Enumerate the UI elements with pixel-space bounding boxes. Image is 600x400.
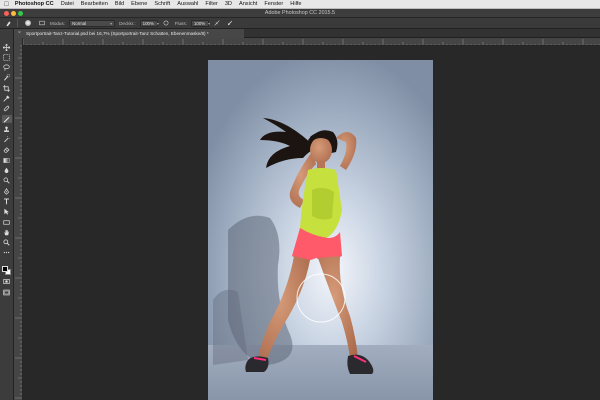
- history-brush-tool[interactable]: [2, 136, 12, 144]
- path-selection-tool[interactable]: [2, 208, 12, 216]
- options-bar: Modus: Normal ▾ Deckkr.: 100% ▾ Fluss: 1…: [0, 18, 600, 29]
- brush-tip-icon: [24, 20, 31, 26]
- quick-selection-icon: [4, 74, 10, 82]
- pressure-size-icon[interactable]: [226, 19, 235, 27]
- menu-datei[interactable]: Datei: [61, 1, 74, 7]
- document-canvas[interactable]: [208, 60, 433, 400]
- menu-auswahl[interactable]: Auswahl: [177, 1, 198, 7]
- hand-tool[interactable]: [2, 228, 12, 236]
- opacity-label: Deckkr.:: [119, 20, 136, 26]
- type-tool[interactable]: [2, 197, 12, 205]
- pen-tool[interactable]: [2, 187, 12, 195]
- dodge-tool[interactable]: [2, 177, 12, 185]
- chevron-down-icon: ▾: [110, 20, 113, 26]
- blur-tool[interactable]: [2, 167, 12, 175]
- menu-bild[interactable]: Bild: [115, 1, 124, 7]
- menu-3d[interactable]: 3D: [225, 1, 232, 7]
- menu-hilfe[interactable]: Hilfe: [290, 1, 301, 7]
- flow-value: 100%: [193, 20, 206, 26]
- flow-field[interactable]: 100% ▾: [190, 19, 211, 27]
- window-title-bar: Adobe Photoshop CC 2015.5: [0, 9, 600, 18]
- zoom-tool[interactable]: [2, 239, 12, 247]
- eraser-tool[interactable]: [2, 146, 12, 154]
- brush-icon: [3, 116, 10, 123]
- quick-selection-tool[interactable]: [2, 74, 12, 82]
- document-tab[interactable]: × Sportportrait-Tanz-Tutorial.psd bei 16…: [14, 29, 244, 38]
- mode-dropdown[interactable]: Normal ▾: [69, 19, 116, 27]
- tool-preset-icon[interactable]: [4, 19, 13, 27]
- screen-mode-tool[interactable]: [2, 288, 12, 296]
- head: [310, 137, 332, 163]
- opacity-value: 100%: [142, 20, 154, 26]
- canvas-workspace[interactable]: [23, 46, 600, 400]
- menu-filter[interactable]: Filter: [205, 1, 217, 7]
- close-tab-icon[interactable]: ×: [18, 29, 21, 38]
- screen-mode-icon: [3, 289, 10, 295]
- document-tab-title: Sportportrait-Tanz-Tutorial.psd bei 16,7…: [26, 31, 209, 36]
- menu-ansicht[interactable]: Ansicht: [239, 1, 257, 7]
- color-swatches[interactable]: [1, 265, 12, 276]
- horizontal-ruler[interactable]: [23, 38, 600, 46]
- tools-panel: [0, 29, 14, 400]
- gradient-icon: [3, 157, 10, 163]
- hand-icon: [4, 229, 9, 236]
- eyedropper-tool[interactable]: [2, 94, 12, 102]
- eyedropper-icon: [3, 95, 10, 102]
- bandage-icon: [3, 106, 10, 112]
- vertical-ruler-ticks: [15, 45, 22, 399]
- brush-tool[interactable]: [1, 115, 12, 124]
- menu-schrift[interactable]: Schrift: [154, 1, 170, 7]
- clone-stamp-tool[interactable]: [2, 125, 12, 133]
- menu-ebene[interactable]: Ebene: [131, 1, 147, 7]
- chevron-down-icon: ▾: [208, 20, 211, 26]
- quick-mask-tool[interactable]: [2, 278, 12, 286]
- pressure-opacity-icon[interactable]: [162, 19, 171, 27]
- flow-label: Fluss:: [174, 20, 187, 26]
- type-icon: [4, 198, 9, 205]
- menu-app-name[interactable]: Photoshop CC: [15, 1, 54, 7]
- apple-icon[interactable]: : [4, 0, 9, 8]
- gradient-tool[interactable]: [2, 156, 12, 164]
- drop-icon: [4, 167, 9, 174]
- quick-mask-icon: [3, 279, 10, 285]
- options-divider: [17, 19, 18, 27]
- rectangle-icon: [3, 219, 10, 225]
- crop-icon: [3, 84, 10, 92]
- lasso-tool[interactable]: [2, 64, 12, 72]
- window-title: Adobe Photoshop CC 2015.5: [264, 10, 336, 16]
- marquee-icon: [3, 54, 10, 61]
- marquee-tool[interactable]: [2, 53, 12, 61]
- crop-tool[interactable]: [2, 84, 12, 92]
- chevron-down-icon: ▾: [156, 20, 159, 26]
- brush-panel-icon[interactable]: [37, 19, 46, 27]
- eraser-icon: [3, 147, 10, 154]
- mode-label: Modus:: [50, 20, 66, 26]
- rectangle-tool[interactable]: [2, 218, 12, 226]
- history-brush-icon: [4, 136, 10, 143]
- pen-icon: [3, 187, 10, 195]
- menu-fenster[interactable]: Fenster: [264, 1, 283, 7]
- vertical-ruler[interactable]: [14, 38, 23, 400]
- dodge-icon: [3, 177, 10, 184]
- more-tools[interactable]: [2, 249, 12, 257]
- ellipsis-icon: [3, 252, 10, 254]
- menu-bar:  Photoshop CC Datei Bearbeiten Bild Ebe…: [0, 0, 600, 9]
- airbrush-icon[interactable]: [213, 19, 222, 27]
- dancer-photo: [208, 60, 433, 400]
- move-icon: [3, 43, 10, 51]
- healing-brush-tool[interactable]: [2, 105, 12, 113]
- opacity-field[interactable]: 100% ▾: [139, 19, 159, 27]
- move-tool[interactable]: [2, 43, 12, 51]
- stamp-icon: [4, 126, 9, 132]
- brush-preset-picker[interactable]: [22, 19, 33, 27]
- horizontal-ruler-ticks: [23, 39, 600, 45]
- menu-bearbeiten[interactable]: Bearbeiten: [81, 1, 108, 7]
- zoom-icon: [3, 239, 10, 246]
- cursor-arrow-icon: [4, 208, 9, 215]
- foreground-color-swatch[interactable]: [1, 265, 8, 272]
- mode-value: Normal: [72, 20, 87, 26]
- lasso-icon: [3, 64, 10, 71]
- document-tab-bar: × Sportportrait-Tanz-Tutorial.psd bei 16…: [14, 29, 600, 38]
